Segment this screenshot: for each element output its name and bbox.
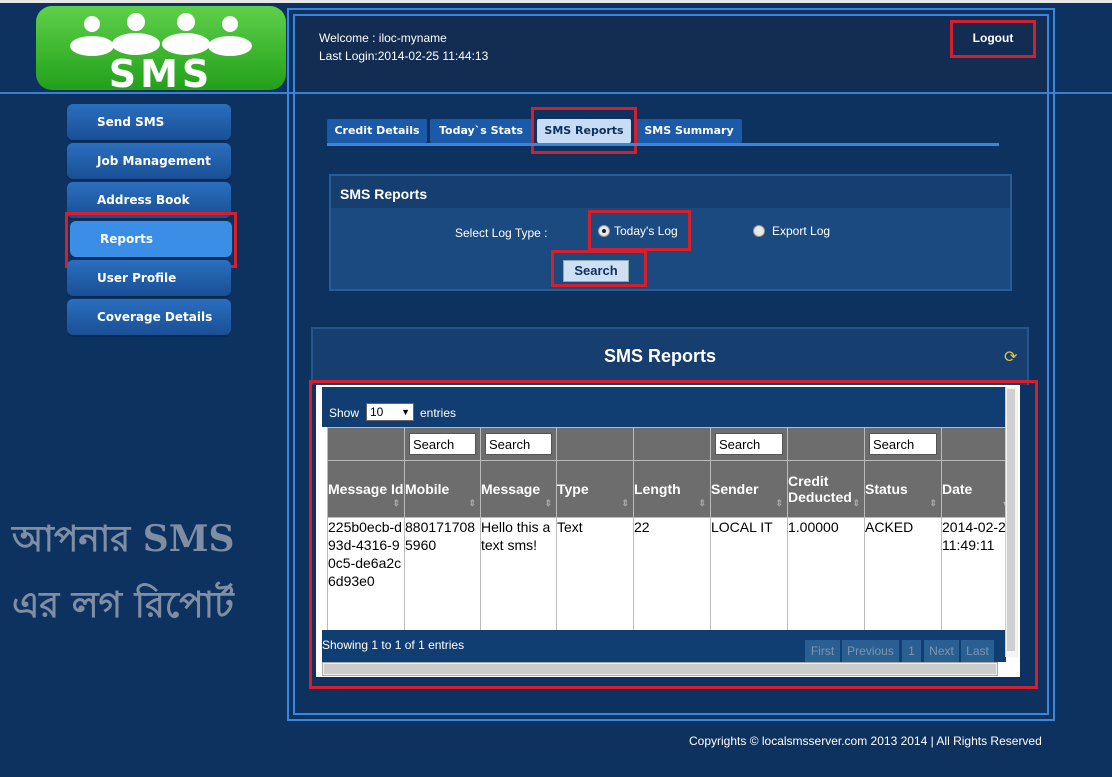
chevron-down-icon: ▼ xyxy=(401,407,410,417)
refresh-icon[interactable]: ⟳ xyxy=(1004,347,1017,367)
tab-sms-summary[interactable]: SMS Summary xyxy=(636,119,742,143)
filter-cell: Search xyxy=(480,427,557,461)
footer-copyright: Copyrights © localsmsserver.com 2013 201… xyxy=(689,734,1042,748)
pager-previous[interactable]: Previous xyxy=(842,640,899,662)
tab-sms-reports[interactable]: SMS Reports xyxy=(537,119,631,143)
page-length-value: 10 xyxy=(370,405,384,419)
sort-icon: ⇕ xyxy=(468,498,476,508)
table-cell: Hello this a text sms! xyxy=(480,517,557,631)
column-header[interactable]: Date▼ xyxy=(941,460,1015,518)
column-header-label: Length xyxy=(634,481,681,497)
sort-icon: ⇕ xyxy=(621,498,629,508)
logo-text: SMS xyxy=(108,52,214,96)
column-filter-input[interactable]: Search xyxy=(869,433,937,455)
filter-row: Search Search Search Search xyxy=(327,427,1015,461)
reports-title: SMS Reports xyxy=(603,346,717,366)
column-header[interactable]: Message ⇕ xyxy=(480,460,557,518)
sidebar-item-coverage-details[interactable]: Coverage Details xyxy=(67,299,231,335)
filter-cell xyxy=(556,427,634,461)
column-header[interactable]: Sender ⇕ xyxy=(710,460,788,518)
reports-table: Search Search Search Search Message Id ⇕ Mobi… xyxy=(327,427,1015,631)
sidebar-item-send-sms[interactable]: Send SMS xyxy=(67,104,231,140)
column-filter-input[interactable]: Search xyxy=(485,433,552,455)
filter-cell xyxy=(327,427,405,461)
sort-icon: ⇕ xyxy=(544,498,552,508)
filter-cell xyxy=(633,427,711,461)
column-filter-input[interactable]: Search xyxy=(715,433,783,455)
sidebar-item-user-profile[interactable]: User Profile xyxy=(67,260,231,296)
column-header[interactable]: Type ⇕ xyxy=(556,460,634,518)
header-row: Message Id ⇕ Mobile ⇕ Message ⇕ Type ⇕ Length ⇕ Se… xyxy=(327,460,1015,518)
column-header-label: Credit Deducted xyxy=(788,473,852,505)
pager-first[interactable]: First xyxy=(805,640,840,662)
sidebar-item-job-management[interactable]: Job Management xyxy=(67,143,231,179)
column-header[interactable]: Status ⇕ xyxy=(864,460,942,518)
filter-cell: Search xyxy=(864,427,942,461)
filter-cell: Search xyxy=(404,427,481,461)
logout-button[interactable]: Logout xyxy=(956,26,1030,54)
table-cell: Text xyxy=(556,517,634,631)
pager-last[interactable]: Last xyxy=(961,640,994,662)
sort-icon: ⇕ xyxy=(698,498,706,508)
top-border xyxy=(0,0,1112,3)
column-filter-input[interactable]: Search xyxy=(409,433,476,455)
last-login-text: Last Login:2014-02-25 11:44:13 xyxy=(319,49,489,63)
todays-log-radio[interactable] xyxy=(598,225,610,237)
table-cell: ACKED xyxy=(864,517,942,631)
table-info: Showing 1 to 1 of 1 entries xyxy=(322,638,465,652)
sort-icon: ⇕ xyxy=(929,498,937,508)
table-cell: 8801717085960 xyxy=(404,517,481,631)
sidebar-item-address-book[interactable]: Address Book xyxy=(67,182,231,218)
column-header-label: Status xyxy=(865,481,908,497)
column-header-label: Sender xyxy=(711,481,759,497)
sidebar-item-reports[interactable]: Reports xyxy=(70,221,232,257)
show-label: Show xyxy=(329,406,360,420)
sort-icon: ⇕ xyxy=(392,498,400,508)
users-icon xyxy=(70,13,252,56)
filter-cell: Search xyxy=(710,427,788,461)
welcome-text: Welcome : iloc-myname xyxy=(319,31,447,45)
search-button[interactable]: Search xyxy=(563,260,629,282)
table-cell: 225b0ecb-d93d-4316-90c5-de6a2c6d93e0 xyxy=(327,517,405,631)
table-cell: 1.00000 xyxy=(787,517,865,631)
column-header[interactable]: Length ⇕ xyxy=(633,460,711,518)
tab-credit-details[interactable]: Credit Details xyxy=(327,119,427,143)
sms-logo: SMS xyxy=(36,6,286,96)
table-row: 225b0ecb-d93d-4316-90c5-de6a2c6d93e0 8801… xyxy=(327,517,1015,631)
panel-header xyxy=(331,176,1010,208)
filter-cell xyxy=(941,427,1015,461)
table-cell: 2014-02-25 11:49:11 xyxy=(941,517,1015,631)
column-header-label: Message xyxy=(481,481,541,497)
column-header[interactable]: Message Id ⇕ xyxy=(327,460,405,518)
overlay-caption-line1: আপনার SMS xyxy=(12,518,235,560)
entries-label: entries xyxy=(420,406,457,420)
column-header[interactable]: Credit Deducted ⇕ xyxy=(787,460,865,518)
overlay-caption-line2: এর লগ রিপোর্ট xyxy=(12,584,234,626)
filter-cell xyxy=(787,427,865,461)
column-header[interactable]: Mobile ⇕ xyxy=(404,460,481,518)
tab-todays-stats[interactable]: Today`s Stats xyxy=(430,119,532,143)
horizontal-scrollbar-thumb[interactable] xyxy=(324,664,996,674)
log-type-label: Select Log Type : xyxy=(455,226,548,240)
column-header-label: Message Id xyxy=(328,481,404,497)
table-cell: LOCAL IT xyxy=(710,517,788,631)
column-header-label: Date xyxy=(942,481,973,497)
column-header-label: Mobile xyxy=(405,481,450,497)
table-cell: 22 xyxy=(633,517,711,631)
todays-log-label[interactable]: Today's Log xyxy=(614,224,678,238)
page-length-select[interactable]: 10 ▼ xyxy=(366,403,414,421)
sort-icon: ⇕ xyxy=(852,498,860,508)
tab-underline xyxy=(327,143,999,146)
pager-page-1[interactable]: 1 xyxy=(902,640,921,662)
panel-title: SMS Reports xyxy=(340,186,428,202)
sort-icon: ⇕ xyxy=(775,498,783,508)
export-log-radio[interactable] xyxy=(753,225,765,237)
column-header-label: Type xyxy=(557,481,589,497)
vertical-scrollbar-thumb[interactable] xyxy=(1007,389,1015,651)
pager-next[interactable]: Next xyxy=(924,640,959,662)
export-log-label[interactable]: Export Log xyxy=(772,224,830,238)
